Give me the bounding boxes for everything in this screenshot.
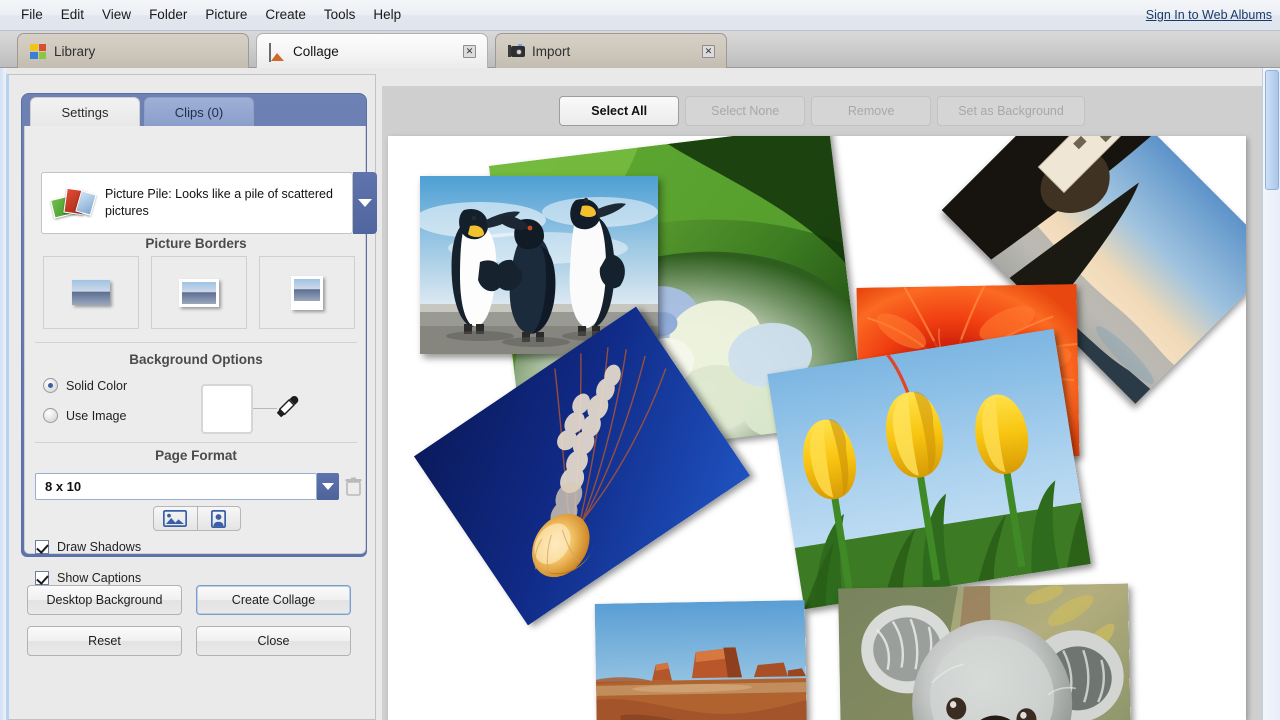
page-format-title: Page Format	[155, 448, 237, 463]
create-collage-button-label: Create Collage	[231, 593, 316, 607]
collage-page[interactable]	[388, 136, 1246, 720]
background-options-title: Background Options	[129, 352, 263, 367]
collage-type-label: Picture Pile: Looks like a pile of scatt…	[105, 187, 333, 218]
checkbox-draw-shadows-indicator	[35, 540, 49, 554]
select-none-button-label: Select None	[711, 104, 780, 118]
radio-use-image[interactable]: Use Image	[43, 408, 126, 423]
orientation-toggle-group	[153, 506, 241, 531]
tab-collage-label: Collage	[293, 43, 339, 59]
reset-button[interactable]: Reset	[27, 626, 182, 656]
menu-bar: File Edit View Folder Picture Create Too…	[0, 0, 1280, 31]
checkbox-draw-shadows[interactable]: Draw Shadows	[35, 540, 141, 554]
landscape-icon[interactable]	[154, 507, 197, 530]
radio-solid-color[interactable]: Solid Color	[43, 378, 127, 393]
vertical-scrollbar-thumb[interactable]	[1265, 70, 1279, 190]
panel-tab-clips-label: Clips (0)	[174, 104, 224, 120]
menu-tools[interactable]: Tools	[315, 5, 365, 26]
create-collage-button[interactable]: Create Collage	[196, 585, 351, 615]
page-format-value: 8 x 10	[45, 479, 82, 494]
radio-solid-color-label: Solid Color	[66, 378, 128, 393]
divider	[35, 342, 357, 343]
sign-in-to-web-albums-link[interactable]: Sign In to Web Albums	[1146, 8, 1272, 22]
panel-tab-settings[interactable]: Settings	[30, 97, 140, 126]
collage-settings-panel: Settings Clips (0) Picture Pile: Looks l…	[6, 74, 377, 720]
vertical-scrollbar[interactable]	[1262, 68, 1280, 720]
remove-button: Remove	[811, 96, 932, 126]
settings-body: Picture Pile: Looks like a pile of scatt…	[24, 126, 377, 585]
picture-pile-icon	[50, 185, 97, 221]
desktop-background-button[interactable]: Desktop Background	[27, 585, 182, 615]
menu-picture[interactable]: Picture	[196, 5, 256, 26]
desktop-background-button-label: Desktop Background	[46, 593, 163, 607]
close-button-label: Close	[257, 634, 290, 648]
panel-tab-settings-label: Settings	[61, 104, 109, 120]
checkbox-show-captions-indicator	[35, 571, 49, 585]
collage-photo-desert[interactable]	[594, 600, 808, 720]
set-as-background-button: Set as Background	[937, 96, 1085, 126]
checkbox-show-captions-label: Show Captions	[57, 571, 142, 585]
settings-card: Settings Clips (0) Picture Pile: Looks l…	[21, 93, 377, 585]
background-color-swatch[interactable]	[201, 384, 253, 434]
camera-icon	[508, 43, 525, 59]
eyedropper-icon[interactable]	[274, 394, 300, 420]
checkbox-draw-shadows-label: Draw Shadows	[57, 540, 142, 554]
page-format-input[interactable]: 8 x 10	[35, 473, 317, 500]
select-all-button-label: Select All	[591, 104, 648, 118]
remove-button-label: Remove	[847, 104, 895, 118]
menu-edit[interactable]: Edit	[52, 5, 93, 26]
tab-import[interactable]: Import ✕	[495, 33, 727, 68]
picture-borders-options	[43, 256, 355, 329]
reset-button-label: Reset	[88, 634, 121, 648]
select-all-button[interactable]: Select All	[559, 96, 680, 126]
menu-view[interactable]: View	[93, 5, 140, 26]
collage-type-chevron-down-icon[interactable]	[353, 172, 377, 234]
collage-icon	[269, 42, 286, 62]
border-option-no-border[interactable]	[43, 256, 139, 329]
collage-workspace: Select All Select None Remove Set as Bac…	[382, 86, 1262, 720]
tab-library[interactable]: Library	[17, 33, 249, 68]
panel-tab-clips[interactable]: Clips (0)	[144, 97, 254, 126]
collage-photo-tulips[interactable]	[767, 328, 1091, 610]
border-option-polaroid-border[interactable]	[259, 256, 355, 329]
page-format-chevron-down-icon[interactable]	[317, 473, 339, 500]
set-as-background-button-label: Set as Background	[958, 104, 1064, 118]
border-option-thin-white-border[interactable]	[151, 256, 247, 329]
portrait-icon[interactable]	[196, 507, 240, 530]
tab-library-label: Library	[54, 43, 96, 59]
radio-use-image-indicator	[43, 408, 58, 423]
radio-solid-color-indicator	[43, 378, 58, 393]
menu-file[interactable]: File	[12, 5, 52, 26]
collage-type-dropdown[interactable]: Picture Pile: Looks like a pile of scatt…	[41, 172, 353, 234]
tab-import-close-icon[interactable]: ✕	[702, 44, 715, 58]
menu-folder[interactable]: Folder	[140, 5, 196, 26]
picture-borders-title: Picture Borders	[145, 236, 247, 251]
collage-toolbar: Select All Select None Remove Set as Bac…	[382, 86, 1262, 136]
collage-photo-koala[interactable]	[838, 583, 1132, 720]
picasa-window: File Edit View Folder Picture Create Too…	[0, 0, 1280, 720]
panel-action-buttons-row-2: Reset Close	[27, 626, 351, 656]
trash-icon	[345, 477, 362, 496]
tab-strip: Library Collage ✕ Import ✕	[0, 31, 1280, 68]
picasa-grid-icon	[30, 43, 47, 59]
select-none-button: Select None	[685, 96, 806, 126]
checkbox-show-captions[interactable]: Show Captions	[35, 571, 141, 585]
radio-use-image-label: Use Image	[66, 408, 127, 423]
divider	[35, 442, 357, 443]
tab-collage-close-icon[interactable]: ✕	[463, 44, 476, 58]
close-button[interactable]: Close	[196, 626, 351, 656]
menu-help[interactable]: Help	[364, 5, 410, 26]
panel-action-buttons-row-1: Desktop Background Create Collage	[27, 585, 351, 615]
tab-collage[interactable]: Collage ✕	[256, 33, 488, 68]
tab-import-label: Import	[532, 43, 571, 59]
menu-create[interactable]: Create	[256, 5, 315, 26]
panel-tab-list: Settings Clips (0)	[30, 97, 254, 126]
